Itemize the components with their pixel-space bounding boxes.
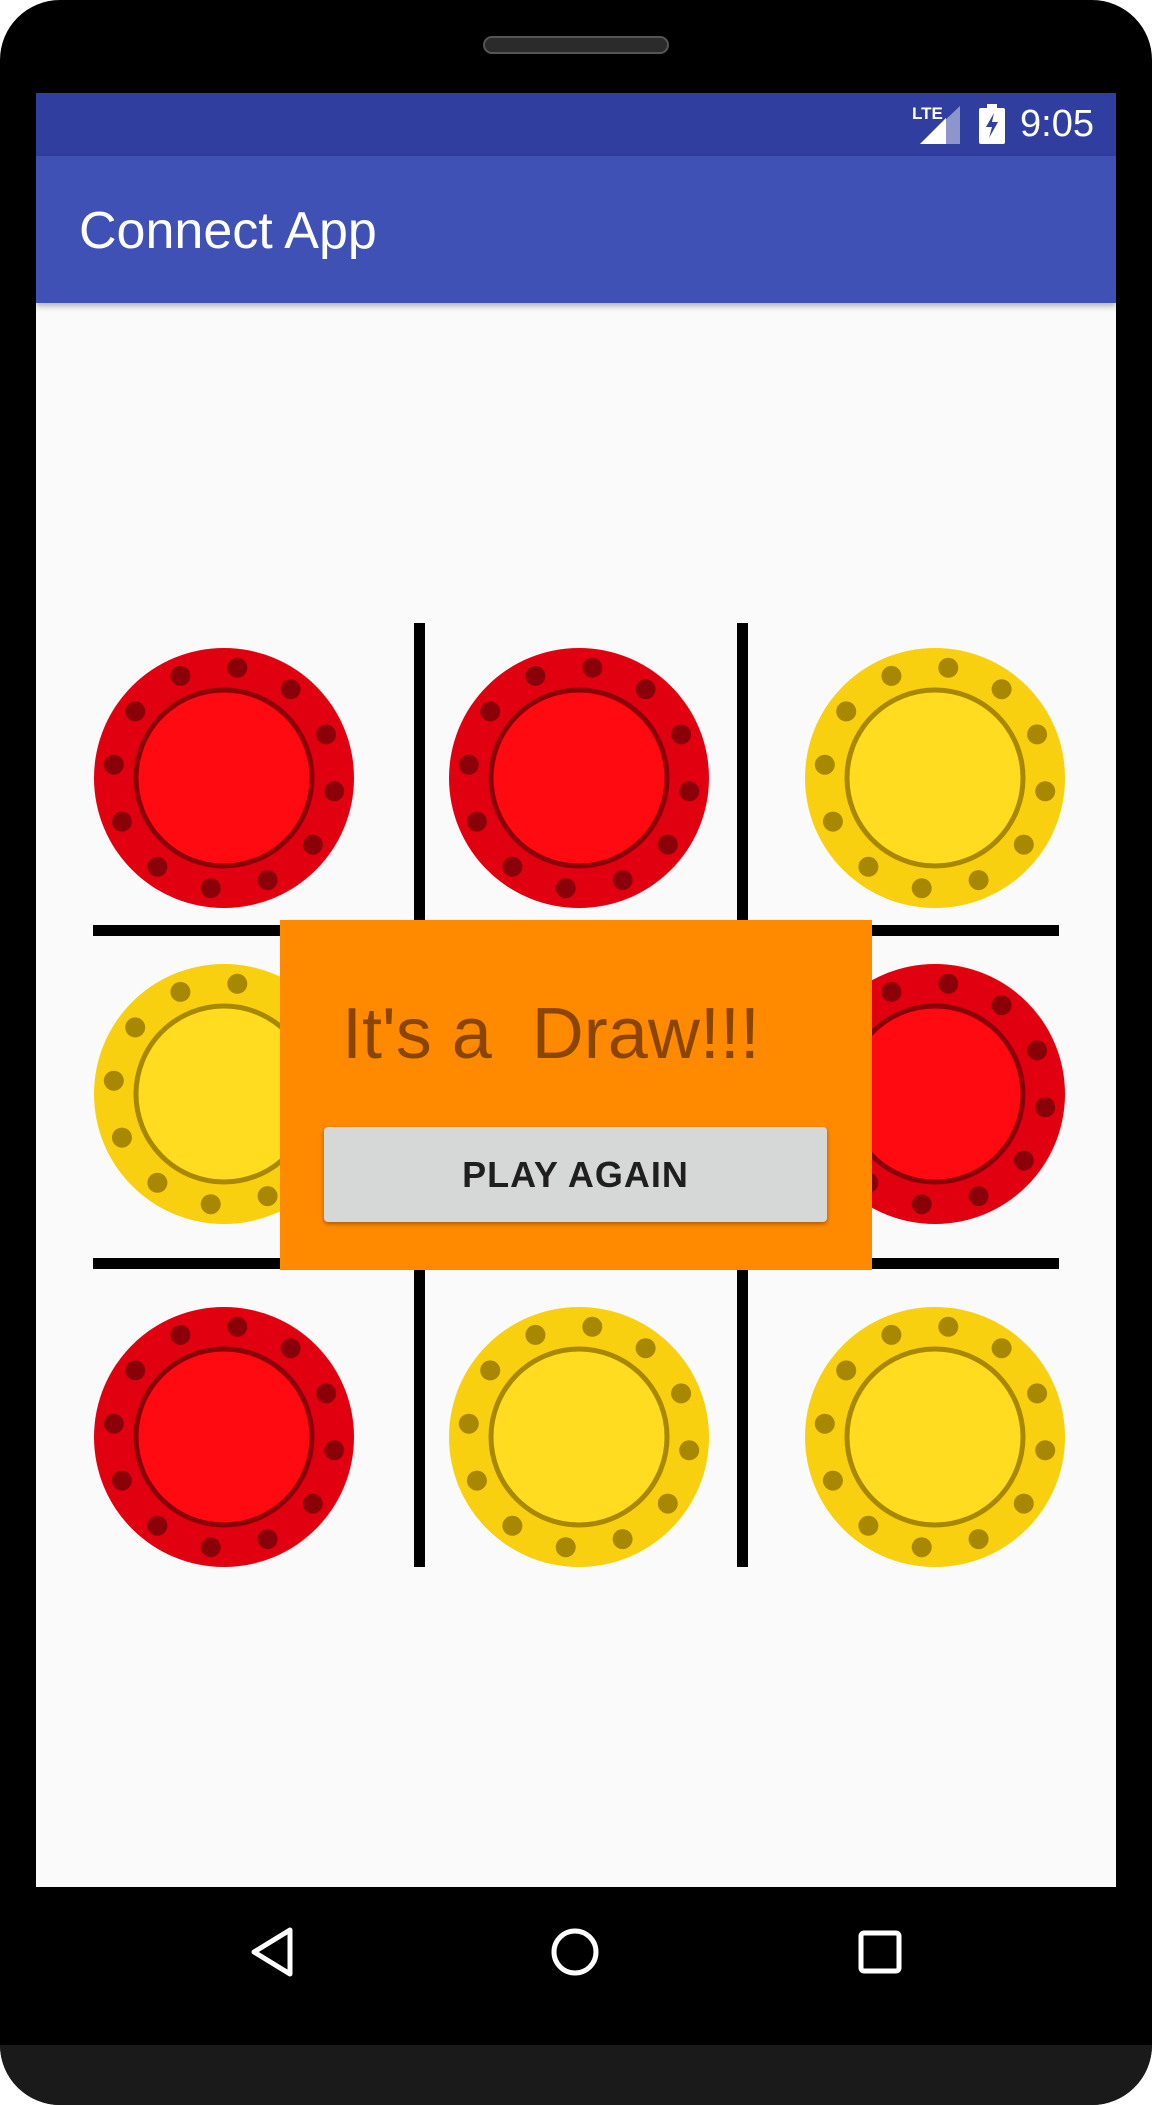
app-screen: LTE 9:05 Connect App It's a Draw!!! PLAY xyxy=(36,93,1116,1887)
yellow-chip[interactable] xyxy=(804,647,1066,909)
red-chip[interactable] xyxy=(448,647,710,909)
result-message: It's a Draw!!! xyxy=(342,994,760,1074)
result-dialog: It's a Draw!!! PLAY AGAIN xyxy=(280,920,872,1270)
back-triangle-icon[interactable] xyxy=(248,1926,296,1978)
red-chip[interactable] xyxy=(93,647,355,909)
play-again-button[interactable]: PLAY AGAIN xyxy=(324,1127,827,1222)
phone-chin xyxy=(0,2045,1152,2105)
recents-square-icon[interactable] xyxy=(857,1929,903,1975)
yellow-chip[interactable] xyxy=(804,1306,1066,1568)
red-chip[interactable] xyxy=(93,1306,355,1568)
phone-frame: LTE 9:05 Connect App It's a Draw!!! PLAY xyxy=(0,0,1152,2105)
speaker-grille xyxy=(483,36,669,54)
yellow-chip[interactable] xyxy=(448,1306,710,1568)
home-circle-icon[interactable] xyxy=(550,1927,600,1977)
